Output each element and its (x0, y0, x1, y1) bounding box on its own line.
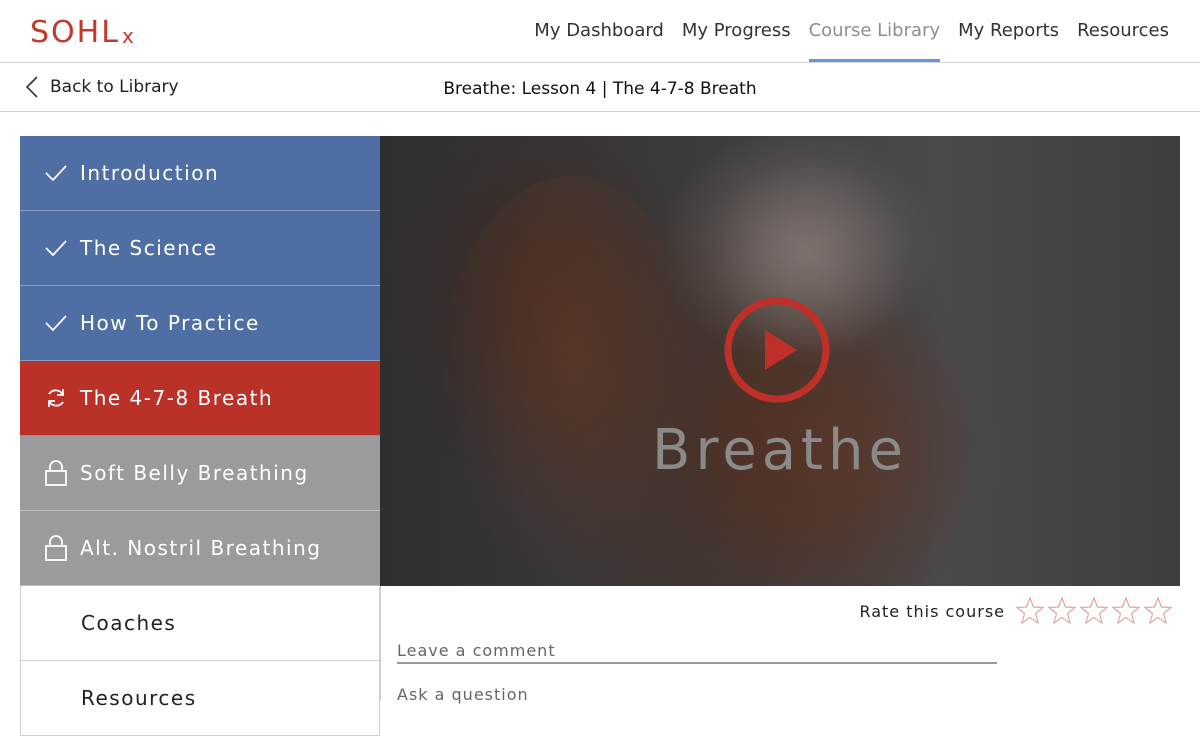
sidebar-item-coaches[interactable]: Coaches (20, 586, 380, 661)
star-icon[interactable] (1047, 596, 1077, 626)
lock-icon (44, 535, 68, 561)
question-input[interactable] (397, 682, 997, 706)
main-nav: My Dashboard My Progress Course Library … (525, 0, 1200, 62)
star-icon[interactable] (1015, 596, 1045, 626)
sidebar-item-resources[interactable]: Resources (20, 661, 380, 736)
sidebar-item-soft-belly-breathing[interactable]: Soft Belly Breathing (20, 436, 380, 511)
nav-my-reports[interactable]: My Reports (949, 0, 1068, 62)
sidebar-item-introduction[interactable]: Introduction (20, 136, 380, 211)
sidebar-item-label: Coaches (81, 611, 177, 635)
video-still-shape (440, 176, 700, 586)
lesson-header: Back to Library Breathe: Lesson 4 | The … (0, 63, 1200, 112)
comment-input[interactable] (397, 638, 997, 664)
rate-label: Rate this course (859, 601, 1005, 621)
check-icon (44, 236, 68, 260)
nav-my-dashboard[interactable]: My Dashboard (525, 0, 673, 62)
lesson-title: Breathe: Lesson 4 | The 4-7-8 Breath (443, 79, 757, 99)
sidebar-item-label: How To Practice (80, 311, 260, 335)
sidebar-item-the-4-7-8-breath[interactable]: The 4-7-8 Breath (20, 361, 380, 436)
sidebar-item-how-to-practice[interactable]: How To Practice (20, 286, 380, 361)
sidebar-item-label: Resources (81, 686, 197, 710)
lesson-sidebar: Introduction The Science How To Practice… (20, 136, 380, 736)
play-icon[interactable] (723, 296, 831, 404)
refresh-icon (44, 386, 68, 410)
nav-my-progress[interactable]: My Progress (673, 0, 800, 62)
star-icon[interactable] (1111, 596, 1141, 626)
star-icon[interactable] (1143, 596, 1173, 626)
sidebar-item-the-science[interactable]: The Science (20, 211, 380, 286)
course-feedback-panel: Rate this course (380, 586, 1181, 706)
sidebar-item-label: Introduction (80, 161, 220, 185)
logo-sub-text: x (121, 24, 136, 48)
video-title: Breathe (652, 418, 908, 483)
nav-course-library[interactable]: Course Library (800, 0, 950, 62)
sidebar-item-label: Soft Belly Breathing (80, 461, 309, 485)
check-icon (44, 311, 68, 335)
sidebar-item-label: Alt. Nostril Breathing (80, 536, 322, 560)
sidebar-item-alt-nostril-breathing[interactable]: Alt. Nostril Breathing (20, 511, 380, 586)
star-rating (1013, 596, 1173, 626)
top-navigation-bar: SOHL x My Dashboard My Progress Course Li… (0, 0, 1200, 63)
star-icon[interactable] (1079, 596, 1109, 626)
rating-control: Rate this course (859, 596, 1173, 626)
sidebar-item-label: The 4-7-8 Breath (80, 386, 274, 410)
video-player[interactable]: Breathe (380, 136, 1180, 586)
check-icon (44, 161, 68, 185)
sidebar-item-label: The Science (80, 236, 218, 260)
nav-resources[interactable]: Resources (1068, 0, 1200, 62)
lock-icon (44, 460, 68, 486)
logo-main-text: SOHL (30, 15, 120, 50)
brand-logo[interactable]: SOHL x (30, 14, 136, 50)
